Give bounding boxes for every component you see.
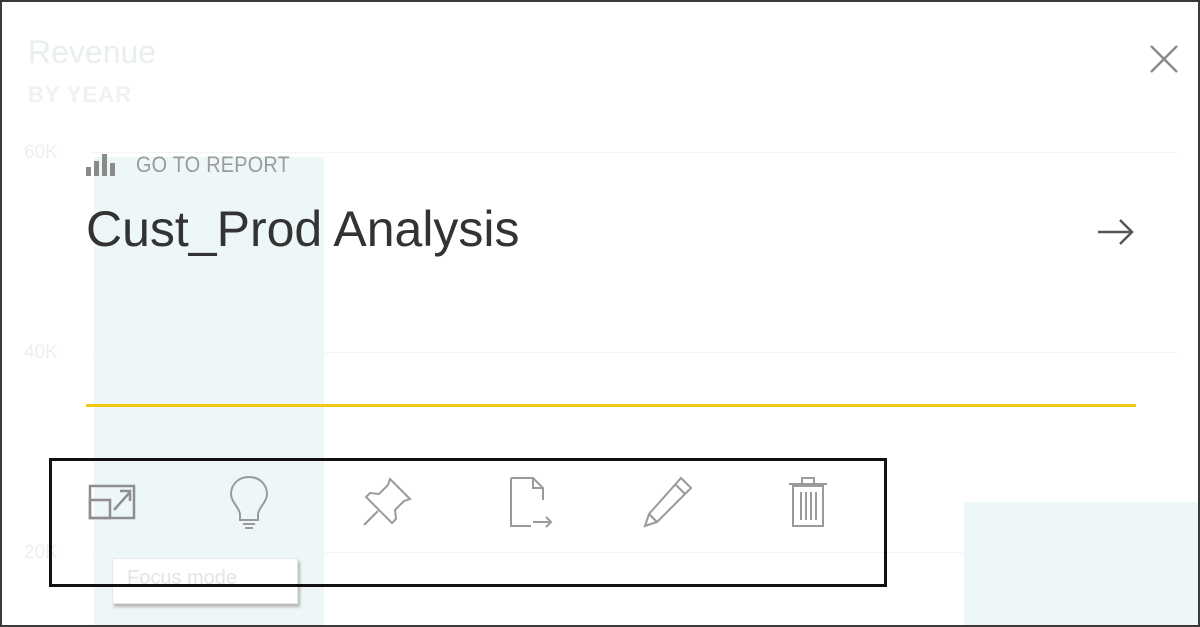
- pin-icon: [363, 477, 412, 526]
- report-chart-icon: [86, 154, 115, 176]
- edit-button[interactable]: [640, 472, 696, 532]
- focus-mode-button[interactable]: [84, 472, 140, 532]
- export-button[interactable]: [502, 472, 558, 532]
- focus-mode-icon: [88, 484, 136, 520]
- tile-subtitle: BY YEAR: [28, 82, 133, 107]
- report-title: Cust_Prod Analysis: [86, 201, 520, 257]
- close-icon: [1150, 45, 1178, 73]
- toolbar-highlight-box: [49, 458, 887, 587]
- go-to-report-label: GO TO REPORT: [136, 152, 290, 177]
- lightbulb-icon: [229, 475, 269, 529]
- y-tick-label: 40K: [24, 342, 58, 363]
- y-tick-label: 60K: [24, 142, 58, 163]
- export-icon: [510, 477, 553, 528]
- dialog-frame: Revenue BY YEAR 60K 40K 20K Focus mode G…: [0, 0, 1200, 627]
- pencil-icon: [643, 476, 693, 528]
- chart-bar: [964, 502, 1198, 625]
- insights-button[interactable]: [221, 472, 277, 532]
- pin-button[interactable]: [359, 472, 415, 532]
- trash-icon: [789, 477, 827, 527]
- delete-button[interactable]: [780, 472, 836, 532]
- open-report-button[interactable]: [1094, 214, 1138, 250]
- arrow-right-icon: [1098, 219, 1134, 245]
- go-to-report-link[interactable]: GO TO REPORT: [86, 152, 307, 178]
- close-button[interactable]: [1145, 40, 1183, 78]
- accent-divider: [86, 404, 1136, 407]
- tile-title: Revenue: [28, 34, 157, 70]
